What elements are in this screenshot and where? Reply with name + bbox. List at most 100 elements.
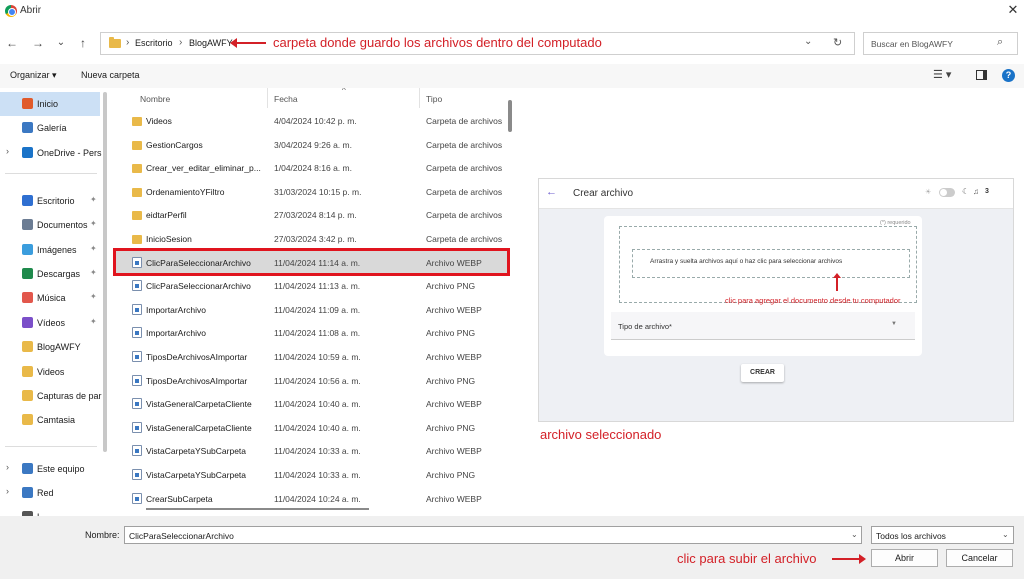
file-row[interactable]: Videos 4/04/2024 10:42 p. m. Carpeta de ar… <box>113 109 510 133</box>
search-icon[interactable]: ⌕ <box>997 36 1003 49</box>
folder-icon <box>132 164 142 174</box>
sidebar-item-música[interactable]: Música ✦ <box>0 286 100 310</box>
theme-toggle <box>939 188 955 197</box>
sidebar-divider <box>5 173 97 174</box>
breadcrumb-escritorio[interactable]: Escritorio <box>135 38 173 48</box>
sidebar-item-documentos[interactable]: Documentos ✦ <box>0 213 100 237</box>
file-row[interactable]: VistaCarpetaYSubCarpeta 11/04/2024 10:33 … <box>113 463 510 487</box>
view-options-icon[interactable]: ☰ ▾ <box>933 68 951 81</box>
file-row[interactable]: VistaCarpetaYSubCarpeta 11/04/2024 10:33 … <box>113 439 510 463</box>
breadcrumb-separator[interactable]: › <box>126 37 129 48</box>
sidebar-scrollbar[interactable] <box>103 92 107 452</box>
file-name: GestionCargos <box>146 139 203 150</box>
file-type: Archivo PNG <box>426 375 476 386</box>
up-button[interactable]: ↑ <box>75 35 91 51</box>
help-icon[interactable]: ? <box>1002 69 1015 82</box>
image-file-icon <box>132 303 142 315</box>
new-folder-button[interactable]: Nueva carpeta <box>81 70 140 80</box>
file-type: Archivo WEBP <box>426 446 482 457</box>
home-icon <box>22 98 33 109</box>
sort-indicator-icon: ^ <box>342 88 346 95</box>
sidebar-item-label: Red <box>37 488 54 498</box>
sidebar-item-onedrive-pers[interactable]: › OneDrive - Pers <box>0 141 102 165</box>
preview-form: (*) requerido Arrastra y suelta archivos… <box>604 216 922 356</box>
column-divider[interactable] <box>419 88 420 108</box>
sidebar-item-vídeos[interactable]: Vídeos ✦ <box>0 311 100 335</box>
sidebar-item-escritorio[interactable]: Escritorio ✦ <box>0 189 100 213</box>
gallery-icon <box>22 122 33 133</box>
breadcrumb-separator[interactable]: › <box>179 37 182 48</box>
file-name-input[interactable]: ClicParaSeleccionarArchivo ⌄ <box>124 526 862 544</box>
dialog-footer: Nombre: ClicParaSeleccionarArchivo ⌄ Tod… <box>0 516 1024 579</box>
folder-icon <box>132 235 142 244</box>
file-row[interactable]: VistaGeneralCarpetaCliente 11/04/2024 10:… <box>113 416 510 440</box>
expand-chevron-icon[interactable]: › <box>6 462 9 472</box>
file-row[interactable]: TiposDeArchivosAImportar 11/04/2024 10:56… <box>113 369 510 393</box>
file-name: VistaGeneralCarpetaCliente <box>146 422 252 433</box>
file-date: 31/03/2024 10:15 p. m. <box>274 186 362 197</box>
forward-button[interactable]: → <box>30 35 46 51</box>
breadcrumb-blogawfy[interactable]: BlogAWFY <box>189 38 233 48</box>
recent-locations-button[interactable]: ⌄ <box>53 35 69 51</box>
column-header-type[interactable]: Tipo <box>426 94 442 104</box>
preview-header: ← Crear archivo ☀ ☾ ♫ 3 <box>539 179 1013 209</box>
sidebar-item-descargas[interactable]: Descargas ✦ <box>0 262 100 286</box>
sidebar-item-videos[interactable]: Videos <box>0 360 100 384</box>
sidebar-item-blogawfy[interactable]: BlogAWFY <box>0 335 100 359</box>
cancel-button[interactable]: Cancelar <box>946 549 1013 567</box>
image-file-icon <box>132 445 142 457</box>
open-button[interactable]: Abrir <box>871 549 938 567</box>
column-header-date[interactable]: Fecha <box>274 94 298 104</box>
image-file-icon <box>132 327 142 339</box>
expand-chevron-icon[interactable]: › <box>6 146 9 156</box>
file-row[interactable]: TiposDeArchivosAImportar 11/04/2024 10:59… <box>113 345 510 369</box>
file-preview: ← Crear archivo ☀ ☾ ♫ 3 (*) requerido Ar… <box>538 178 1014 422</box>
image-file-icon <box>132 374 142 386</box>
file-name: ImportarArchivo <box>146 328 206 339</box>
back-button[interactable]: ← <box>4 35 20 51</box>
file-type-filter-value[interactable]: Todos los archivos <box>876 531 946 541</box>
refresh-icon[interactable]: ↻ <box>833 36 842 49</box>
file-name: OrdenamientoYFiltro <box>146 186 225 197</box>
search-input[interactable]: Buscar en BlogAWFY ⌕ <box>863 32 1018 55</box>
file-row[interactable]: eidtarPerfil 27/03/2024 8:14 p. m. Carpeta… <box>113 203 510 227</box>
file-row[interactable]: InicioSesion 27/03/2024 3:42 p. m. Carpeta… <box>113 227 510 251</box>
file-name: InicioSesion <box>146 234 192 244</box>
sidebar-item-imágenes[interactable]: Imágenes ✦ <box>0 238 100 262</box>
chevron-down-icon[interactable]: ⌄ <box>1002 530 1009 539</box>
file-row[interactable]: ClicParaSeleccionarArchivo 11/04/2024 11:… <box>113 274 510 298</box>
file-name-value[interactable]: ClicParaSeleccionarArchivo <box>129 531 234 541</box>
file-row[interactable]: GestionCargos 3/04/2024 9:26 a. m. Carpeta… <box>113 133 510 157</box>
column-header-name[interactable]: Nombre <box>140 94 170 104</box>
chevron-down-icon[interactable]: ⌄ <box>851 530 858 539</box>
horizontal-scrollbar[interactable] <box>146 508 369 510</box>
column-divider[interactable] <box>267 88 268 108</box>
sidebar-item-inicio[interactable]: Inicio <box>0 92 100 116</box>
file-list-scrollbar[interactable] <box>508 100 512 132</box>
chevron-down-icon[interactable]: ⌄ <box>804 36 812 47</box>
sidebar-item-camtasia[interactable]: Camtasia <box>0 408 100 432</box>
file-name-label: Nombre: <box>85 530 120 540</box>
file-type-filter[interactable]: Todos los archivos ⌄ <box>871 526 1014 544</box>
sidebar-item-galería[interactable]: Galería <box>0 116 100 140</box>
file-row[interactable]: ImportarArchivo 11/04/2024 11:09 a. m. Arc… <box>113 298 510 322</box>
file-row[interactable]: Crear_ver_editar_eliminar_p... 1/04/2024 … <box>113 156 510 180</box>
preview-title: Crear archivo <box>573 188 634 199</box>
file-row[interactable]: ImportarArchivo 11/04/2024 11:08 a. m. Arc… <box>113 321 510 345</box>
sidebar-item-este-equipo[interactable]: › Este equipo <box>0 457 100 481</box>
file-row[interactable]: CrearSubCarpeta 11/04/2024 10:24 a. m. Arc… <box>113 487 510 511</box>
organize-menu[interactable]: Organizar ▾ <box>10 70 57 81</box>
file-row[interactable]: OrdenamientoYFiltro 31/03/2024 10:15 p. m… <box>113 180 510 204</box>
annotation-open: clic para subir el archivo <box>677 551 817 566</box>
expand-chevron-icon[interactable]: › <box>6 486 9 496</box>
pin-icon: ✦ <box>90 317 97 326</box>
window-title: Abrir <box>20 5 42 16</box>
preview-pane-icon[interactable] <box>976 70 987 80</box>
sidebar-item-capturas-de-par[interactable]: Capturas de par <box>0 384 102 408</box>
sidebar-item-l[interactable]: L <box>0 505 100 516</box>
pin-icon: ✦ <box>90 195 97 204</box>
file-row[interactable]: VistaGeneralCarpetaCliente 11/04/2024 10:… <box>113 392 510 416</box>
file-date: 11/04/2024 11:09 a. m. <box>274 304 361 315</box>
sidebar-item-red[interactable]: › Red <box>0 481 100 505</box>
close-button[interactable]: ✕ <box>1004 2 1022 18</box>
